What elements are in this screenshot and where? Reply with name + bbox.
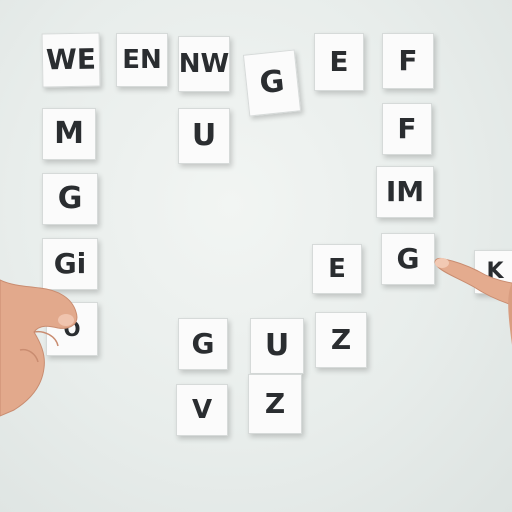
- right-hand: [434, 258, 512, 345]
- letter-tile-f: F: [382, 33, 434, 89]
- letter-tile-z-bottom: Z: [248, 374, 302, 434]
- tile-letter: U: [264, 328, 290, 363]
- left-hand: [0, 279, 78, 417]
- letter-tile-m: M: [42, 108, 96, 160]
- tile-letter: Z: [330, 323, 352, 356]
- tile-letter: EN: [122, 45, 162, 75]
- photo-scene: WE M G Gi O EN NW G U E F F IM G E K G U…: [0, 0, 512, 512]
- letter-tile-z: Z: [315, 312, 367, 368]
- letter-tile-f-second: F: [382, 103, 432, 155]
- tile-letter: G: [57, 181, 83, 216]
- tile-letter: F: [397, 112, 417, 145]
- letter-tile-g: G: [42, 173, 98, 225]
- tile-letter: IM: [385, 175, 425, 208]
- tile-letter: F: [398, 44, 418, 77]
- tile-letter: Z: [264, 387, 286, 420]
- letter-tile-en: EN: [116, 33, 168, 87]
- tile-letter: U: [191, 118, 217, 153]
- letter-tile-e-middle: E: [312, 244, 362, 294]
- tile-letter: E: [328, 254, 346, 284]
- letter-tile-u: U: [178, 108, 230, 164]
- tile-letter: V: [191, 395, 213, 425]
- letter-tile-we: WE: [41, 32, 101, 88]
- tile-letter: E: [329, 45, 349, 78]
- letter-tile-e: E: [314, 33, 364, 91]
- tile-letter: M: [54, 116, 84, 151]
- tile-letter: G: [396, 242, 420, 275]
- letter-tile-u-bottom: U: [250, 318, 304, 374]
- letter-tile-im: IM: [376, 166, 434, 218]
- tile-letter: WE: [45, 42, 97, 77]
- letter-tile-g-bottom: G: [178, 318, 228, 370]
- tile-letter: G: [191, 327, 215, 360]
- letter-tile-v: V: [176, 384, 228, 436]
- letter-tile-nw: NW: [178, 36, 230, 92]
- tile-letter: NW: [178, 49, 230, 79]
- letter-tile-g-right: G: [381, 233, 435, 285]
- tile-letter: G: [257, 63, 287, 102]
- letter-tile-g-tilted: G: [242, 49, 302, 117]
